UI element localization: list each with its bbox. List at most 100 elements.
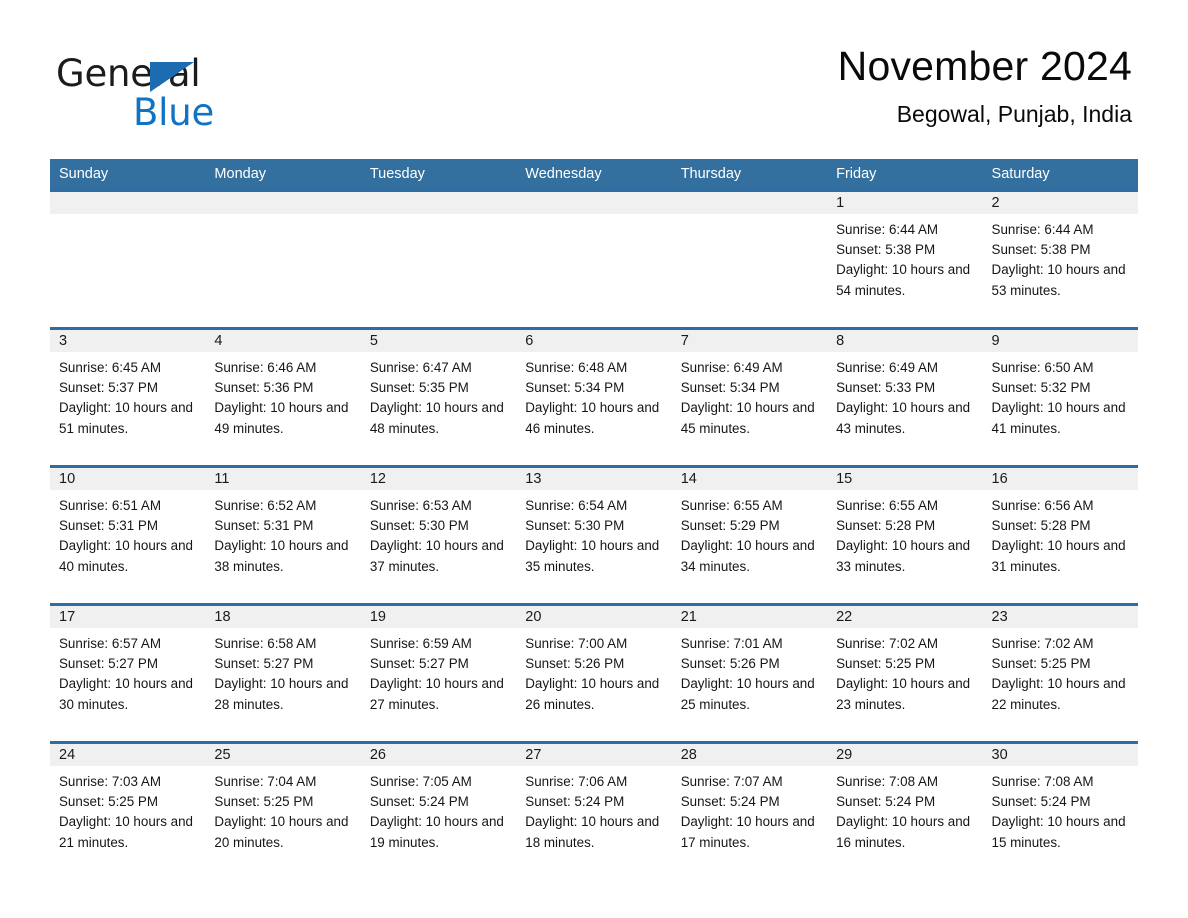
daylight-text: Daylight: 10 hours and 21 minutes. bbox=[59, 814, 193, 850]
calendar-week-row: 10 Sunrise: 6:51 AM Sunset: 5:31 PM Dayligh… bbox=[50, 465, 1138, 605]
sunset-text: Sunset: 5:37 PM bbox=[59, 380, 158, 396]
day-number: 15 bbox=[827, 468, 983, 490]
sunset-text: Sunset: 5:28 PM bbox=[991, 518, 1091, 534]
sunset-text: Sunset: 5:30 PM bbox=[369, 518, 469, 534]
daylight-text: Daylight: 10 hours and 16 minutes. bbox=[836, 814, 971, 850]
sunrise-text: Sunrise: 6:57 AM bbox=[59, 636, 161, 651]
day-number: 28 bbox=[671, 744, 828, 766]
day-number: 7 bbox=[671, 330, 828, 352]
calendar-day-cell[interactable]: 22 Sunrise: 7:02 AM Sunset: 5:25 PM Dayligh… bbox=[827, 603, 983, 743]
calendar-cell-empty bbox=[360, 189, 517, 329]
day-number bbox=[205, 192, 361, 214]
day-details: Sunrise: 6:44 AM Sunset: 5:38 PM Daylight:… bbox=[983, 214, 1138, 301]
calendar-day-cell[interactable]: 19 Sunrise: 6:59 AM Sunset: 5:27 PM Dayligh… bbox=[360, 603, 517, 743]
calendar-header-row: Sunday Monday Tuesday Wednesday Thursday… bbox=[50, 159, 1138, 191]
sunrise-text: Sunrise: 6:44 AM bbox=[991, 222, 1094, 237]
calendar-day-cell[interactable]: 26 Sunrise: 7:05 AM Sunset: 5:24 PM Dayligh… bbox=[360, 741, 517, 879]
sunset-text: Sunset: 5:24 PM bbox=[991, 794, 1091, 810]
generalblue-logo[interactable]: General Blue bbox=[56, 52, 316, 134]
day-number: 20 bbox=[516, 606, 672, 628]
calendar-week-row: 24 Sunrise: 7:03 AM Sunset: 5:25 PM Dayligh… bbox=[50, 741, 1138, 879]
day-number bbox=[50, 192, 206, 214]
daylight-text: Daylight: 10 hours and 20 minutes. bbox=[214, 814, 349, 850]
sunrise-text: Sunrise: 7:00 AM bbox=[525, 636, 628, 651]
day-details: Sunrise: 7:00 AM Sunset: 5:26 PM Daylight:… bbox=[516, 628, 671, 715]
day-number bbox=[671, 192, 828, 214]
day-number: 17 bbox=[50, 606, 206, 628]
day-details: Sunrise: 6:56 AM Sunset: 5:28 PM Daylight:… bbox=[983, 490, 1138, 577]
day-details: Sunrise: 7:04 AM Sunset: 5:25 PM Daylight:… bbox=[205, 766, 360, 853]
calendar-day-cell[interactable]: 21 Sunrise: 7:01 AM Sunset: 5:26 PM Dayligh… bbox=[671, 603, 828, 743]
calendar-day-cell[interactable]: 4 Sunrise: 6:46 AM Sunset: 5:36 PM Daylight… bbox=[205, 327, 361, 467]
sunrise-text: Sunrise: 6:51 AM bbox=[59, 498, 161, 513]
calendar-day-cell[interactable]: 2 Sunrise: 6:44 AM Sunset: 5:38 PM Daylight… bbox=[982, 189, 1138, 329]
calendar-day-cell[interactable]: 18 Sunrise: 6:58 AM Sunset: 5:27 PM Dayligh… bbox=[205, 603, 361, 743]
calendar-day-cell[interactable]: 15 Sunrise: 6:55 AM Sunset: 5:28 PM Dayligh… bbox=[827, 465, 983, 605]
sunset-text: Sunset: 5:24 PM bbox=[680, 794, 780, 810]
daylight-text: Daylight: 10 hours and 26 minutes. bbox=[525, 676, 660, 712]
weekday-header-wednesday: Wednesday bbox=[516, 159, 672, 191]
weekday-header-saturday: Saturday bbox=[982, 159, 1138, 191]
day-number: 22 bbox=[827, 606, 983, 628]
daylight-text: Daylight: 10 hours and 35 minutes. bbox=[525, 538, 660, 574]
calendar-day-cell[interactable]: 16 Sunrise: 6:56 AM Sunset: 5:28 PM Dayligh… bbox=[982, 465, 1138, 605]
daylight-text: Daylight: 10 hours and 34 minutes. bbox=[680, 538, 815, 574]
calendar-day-cell[interactable]: 7 Sunrise: 6:49 AM Sunset: 5:34 PM Daylight… bbox=[671, 327, 828, 467]
sunrise-text: Sunrise: 6:58 AM bbox=[214, 636, 317, 651]
sunset-text: Sunset: 5:24 PM bbox=[525, 794, 625, 810]
calendar-day-cell[interactable]: 1 Sunrise: 6:44 AM Sunset: 5:38 PM Daylight… bbox=[827, 189, 983, 329]
page-title: November 2024 bbox=[837, 43, 1132, 89]
day-number: 11 bbox=[205, 468, 361, 490]
location-subtitle: Begowal, Punjab, India bbox=[896, 101, 1132, 128]
sunset-text: Sunset: 5:27 PM bbox=[369, 656, 469, 672]
daylight-text: Daylight: 10 hours and 28 minutes. bbox=[214, 676, 349, 712]
calendar-week-row: 3 Sunrise: 6:45 AM Sunset: 5:37 PM Daylight… bbox=[50, 327, 1138, 467]
day-number: 24 bbox=[50, 744, 206, 766]
sunrise-text: Sunrise: 7:07 AM bbox=[680, 774, 783, 789]
daylight-text: Daylight: 10 hours and 38 minutes. bbox=[214, 538, 349, 574]
daylight-text: Daylight: 10 hours and 45 minutes. bbox=[680, 400, 815, 436]
calendar-day-cell[interactable]: 20 Sunrise: 7:00 AM Sunset: 5:26 PM Dayligh… bbox=[516, 603, 672, 743]
calendar-day-cell[interactable]: 9 Sunrise: 6:50 AM Sunset: 5:32 PM Daylight… bbox=[982, 327, 1138, 467]
calendar-day-cell[interactable]: 11 Sunrise: 6:52 AM Sunset: 5:31 PM Dayligh… bbox=[205, 465, 361, 605]
calendar-day-cell[interactable]: 3 Sunrise: 6:45 AM Sunset: 5:37 PM Daylight… bbox=[50, 327, 206, 467]
sunrise-text: Sunrise: 6:44 AM bbox=[836, 222, 939, 237]
calendar-day-cell[interactable]: 30 Sunrise: 7:08 AM Sunset: 5:24 PM Dayligh… bbox=[982, 741, 1138, 879]
sunset-text: Sunset: 5:34 PM bbox=[680, 380, 780, 396]
sunset-text: Sunset: 5:24 PM bbox=[836, 794, 936, 810]
calendar-day-cell[interactable]: 5 Sunrise: 6:47 AM Sunset: 5:35 PM Daylight… bbox=[360, 327, 517, 467]
day-details: Sunrise: 6:54 AM Sunset: 5:30 PM Daylight:… bbox=[516, 490, 671, 577]
calendar-day-cell[interactable]: 24 Sunrise: 7:03 AM Sunset: 5:25 PM Dayligh… bbox=[50, 741, 206, 879]
calendar-day-cell[interactable]: 27 Sunrise: 7:06 AM Sunset: 5:24 PM Dayligh… bbox=[516, 741, 672, 879]
sunset-text: Sunset: 5:34 PM bbox=[525, 380, 625, 396]
calendar-day-cell[interactable]: 17 Sunrise: 6:57 AM Sunset: 5:27 PM Dayligh… bbox=[50, 603, 206, 743]
calendar-day-cell[interactable]: 8 Sunrise: 6:49 AM Sunset: 5:33 PM Daylight… bbox=[827, 327, 983, 467]
day-details: Sunrise: 7:02 AM Sunset: 5:25 PM Daylight:… bbox=[983, 628, 1138, 715]
weekday-header-sunday: Sunday bbox=[50, 159, 206, 191]
calendar-day-cell[interactable]: 10 Sunrise: 6:51 AM Sunset: 5:31 PM Dayligh… bbox=[50, 465, 206, 605]
sunrise-text: Sunrise: 7:08 AM bbox=[836, 774, 939, 789]
calendar-day-cell[interactable]: 29 Sunrise: 7:08 AM Sunset: 5:24 PM Dayligh… bbox=[827, 741, 983, 879]
sunset-text: Sunset: 5:27 PM bbox=[59, 656, 158, 672]
day-details: Sunrise: 6:49 AM Sunset: 5:33 PM Daylight:… bbox=[827, 352, 982, 439]
day-details: Sunrise: 7:02 AM Sunset: 5:25 PM Daylight:… bbox=[827, 628, 982, 715]
sunset-text: Sunset: 5:38 PM bbox=[991, 242, 1091, 258]
daylight-text: Daylight: 10 hours and 23 minutes. bbox=[836, 676, 971, 712]
calendar-day-cell[interactable]: 25 Sunrise: 7:04 AM Sunset: 5:25 PM Dayligh… bbox=[205, 741, 361, 879]
day-details: Sunrise: 7:03 AM Sunset: 5:25 PM Daylight:… bbox=[50, 766, 205, 853]
daylight-text: Daylight: 10 hours and 17 minutes. bbox=[680, 814, 815, 850]
daylight-text: Daylight: 10 hours and 18 minutes. bbox=[525, 814, 660, 850]
day-number: 23 bbox=[982, 606, 1138, 628]
calendar-day-cell[interactable]: 23 Sunrise: 7:02 AM Sunset: 5:25 PM Dayligh… bbox=[982, 603, 1138, 743]
day-number: 13 bbox=[516, 468, 672, 490]
sunrise-text: Sunrise: 6:49 AM bbox=[836, 360, 939, 375]
calendar-day-cell[interactable]: 13 Sunrise: 6:54 AM Sunset: 5:30 PM Dayligh… bbox=[516, 465, 672, 605]
calendar-day-cell[interactable]: 28 Sunrise: 7:07 AM Sunset: 5:24 PM Dayligh… bbox=[671, 741, 828, 879]
daylight-text: Daylight: 10 hours and 40 minutes. bbox=[59, 538, 193, 574]
calendar-cell-empty bbox=[671, 189, 828, 329]
calendar-day-cell[interactable]: 14 Sunrise: 6:55 AM Sunset: 5:29 PM Dayligh… bbox=[671, 465, 828, 605]
sunset-text: Sunset: 5:32 PM bbox=[991, 380, 1091, 396]
calendar-day-cell[interactable]: 12 Sunrise: 6:53 AM Sunset: 5:30 PM Dayligh… bbox=[360, 465, 517, 605]
daylight-text: Daylight: 10 hours and 27 minutes. bbox=[369, 676, 504, 712]
calendar-day-cell[interactable]: 6 Sunrise: 6:48 AM Sunset: 5:34 PM Daylight… bbox=[516, 327, 672, 467]
